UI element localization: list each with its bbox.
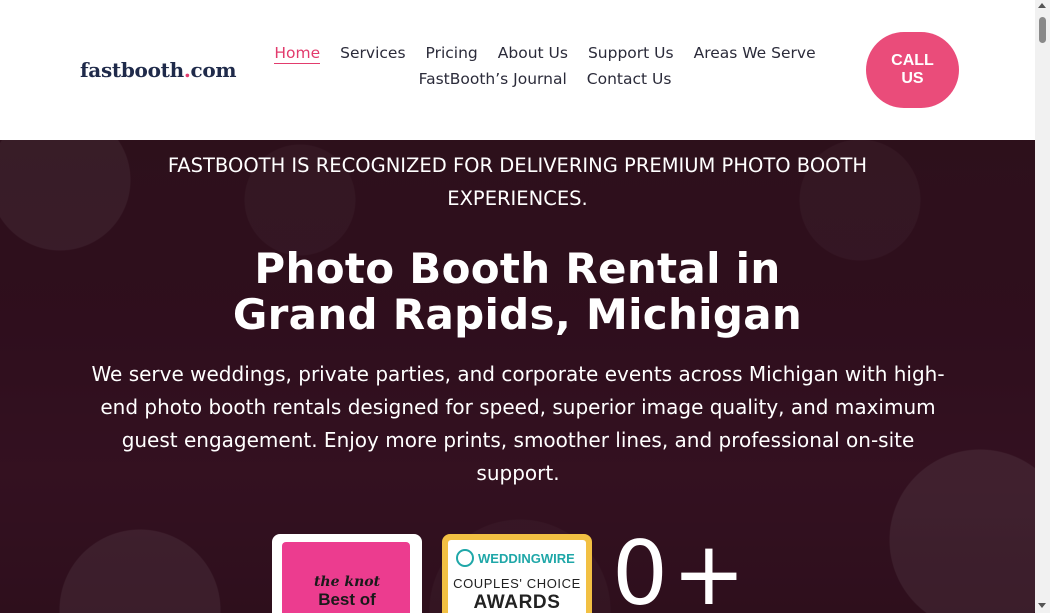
- logo-suffix: com: [190, 58, 237, 82]
- nav-journal-label: FastBooth’s Journal: [418, 70, 567, 88]
- hero-section: FASTBOOTH IS RECOGNIZED FOR DELIVERING P…: [0, 140, 1035, 613]
- couples-choice-text: COUPLES' CHOICE: [453, 576, 581, 591]
- weddingwire-ring-icon: [456, 549, 474, 567]
- nav-pricing[interactable]: Pricing: [416, 44, 488, 63]
- nav-services-label: Services: [340, 44, 406, 62]
- nav-about-us[interactable]: About Us: [488, 44, 578, 63]
- logo-prefix: fastbooth: [80, 58, 184, 82]
- nav-pricing-label: Pricing: [425, 44, 478, 62]
- call-us-button[interactable]: CALL US: [866, 32, 959, 108]
- page-title: Photo Booth Rental in Grand Rapids, Mich…: [130, 246, 905, 338]
- nav-services[interactable]: Services: [330, 44, 415, 63]
- site-header: fastbooth.com Home Services Pricing Abou…: [0, 0, 1035, 140]
- nav-journal[interactable]: FastBooth’s Journal: [409, 70, 577, 89]
- weddingwire-logo: WEDDINGWIRE: [456, 549, 575, 567]
- vertical-scrollbar[interactable]: [1035, 0, 1050, 613]
- the-knot-best-of-text: Best of: [318, 590, 376, 609]
- hero-description: We serve weddings, private parties, and …: [91, 362, 945, 485]
- nav-support-us-label: Support Us: [587, 44, 674, 62]
- awards-text: AWARDS: [473, 592, 561, 613]
- scroll-down-arrow-icon[interactable]: [1038, 603, 1046, 608]
- nav-support-us[interactable]: Support Us: [578, 44, 684, 63]
- nav-areas-we-serve[interactable]: Areas We Serve: [684, 44, 826, 63]
- weddingwire-badge: WEDDINGWIRE COUPLES' CHOICE AWARDS: [442, 534, 592, 613]
- events-counter: 0+: [612, 522, 750, 613]
- nav-contact-us-label: Contact Us: [586, 70, 672, 88]
- nav-home[interactable]: Home: [264, 44, 330, 64]
- nav-contact-us[interactable]: Contact Us: [577, 70, 682, 89]
- title-line-2: Grand Rapids, Michigan: [232, 290, 803, 339]
- weddingwire-brand-text: WEDDINGWIRE: [478, 550, 575, 566]
- main-nav: Home Services Pricing About Us Support U…: [262, 44, 828, 89]
- nav-areas-we-serve-label: Areas We Serve: [693, 44, 816, 62]
- recognition-tagline: FASTBOOTH IS RECOGNIZED FOR DELIVERING P…: [167, 154, 868, 210]
- nav-home-label: Home: [274, 44, 321, 64]
- site-logo[interactable]: fastbooth.com: [80, 58, 237, 82]
- nav-about-us-label: About Us: [497, 44, 568, 62]
- page: fastbooth.com Home Services Pricing Abou…: [0, 0, 1035, 613]
- scroll-thumb[interactable]: [1039, 17, 1046, 43]
- the-knot-badge: the knot Best of: [272, 534, 422, 613]
- scroll-up-arrow-icon[interactable]: [1038, 3, 1046, 8]
- title-line-1: Photo Booth Rental in: [254, 244, 781, 293]
- call-us-label: CALL US: [891, 52, 934, 87]
- the-knot-logo-text: the knot: [313, 574, 381, 590]
